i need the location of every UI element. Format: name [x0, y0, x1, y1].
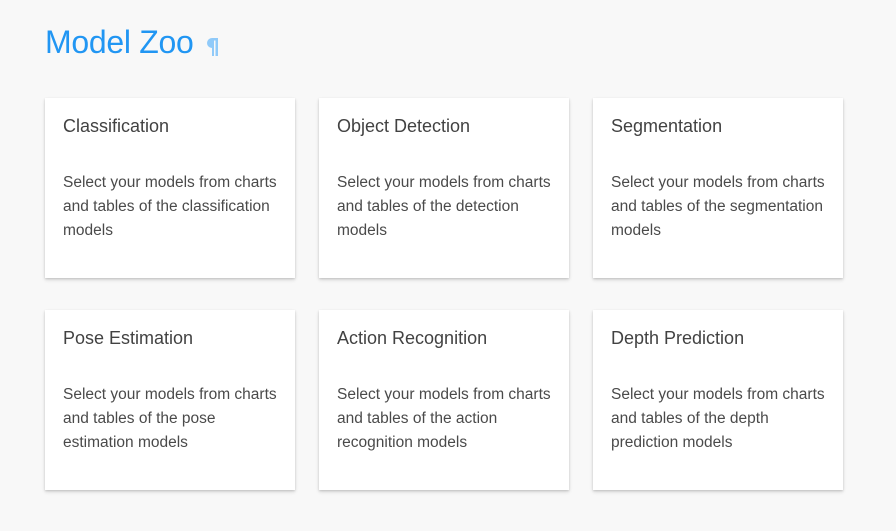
- card-title: Depth Prediction: [611, 328, 745, 348]
- card-pose-estimation[interactable]: Pose Estimation Select your models from …: [45, 310, 295, 490]
- card-description: Select your models from charts and table…: [337, 386, 551, 451]
- page-header: Model Zoo: [45, 20, 220, 64]
- pilcrow-icon[interactable]: [206, 37, 220, 57]
- card-title: Classification: [63, 116, 170, 136]
- card-title: Pose Estimation: [63, 328, 194, 348]
- card-object-detection[interactable]: Object Detection Select your models from…: [319, 98, 569, 278]
- card-title: Segmentation: [611, 116, 723, 136]
- card-classification[interactable]: Classification Select your models from c…: [45, 98, 295, 278]
- card-action-recognition[interactable]: Action Recognition Select your models fr…: [319, 310, 569, 490]
- card-segmentation[interactable]: Segmentation Select your models from cha…: [593, 98, 843, 278]
- card-description: Select your models from charts and table…: [63, 174, 277, 239]
- card-title: Object Detection: [337, 116, 471, 136]
- card-description: Select your models from charts and table…: [611, 386, 825, 451]
- page-title: Model Zoo: [45, 24, 194, 60]
- card-depth-prediction[interactable]: Depth Prediction Select your models from…: [593, 310, 843, 490]
- card-title: Action Recognition: [337, 328, 488, 348]
- card-description: Select your models from charts and table…: [337, 174, 551, 239]
- card-description: Select your models from charts and table…: [63, 386, 277, 451]
- card-description: Select your models from charts and table…: [611, 174, 825, 239]
